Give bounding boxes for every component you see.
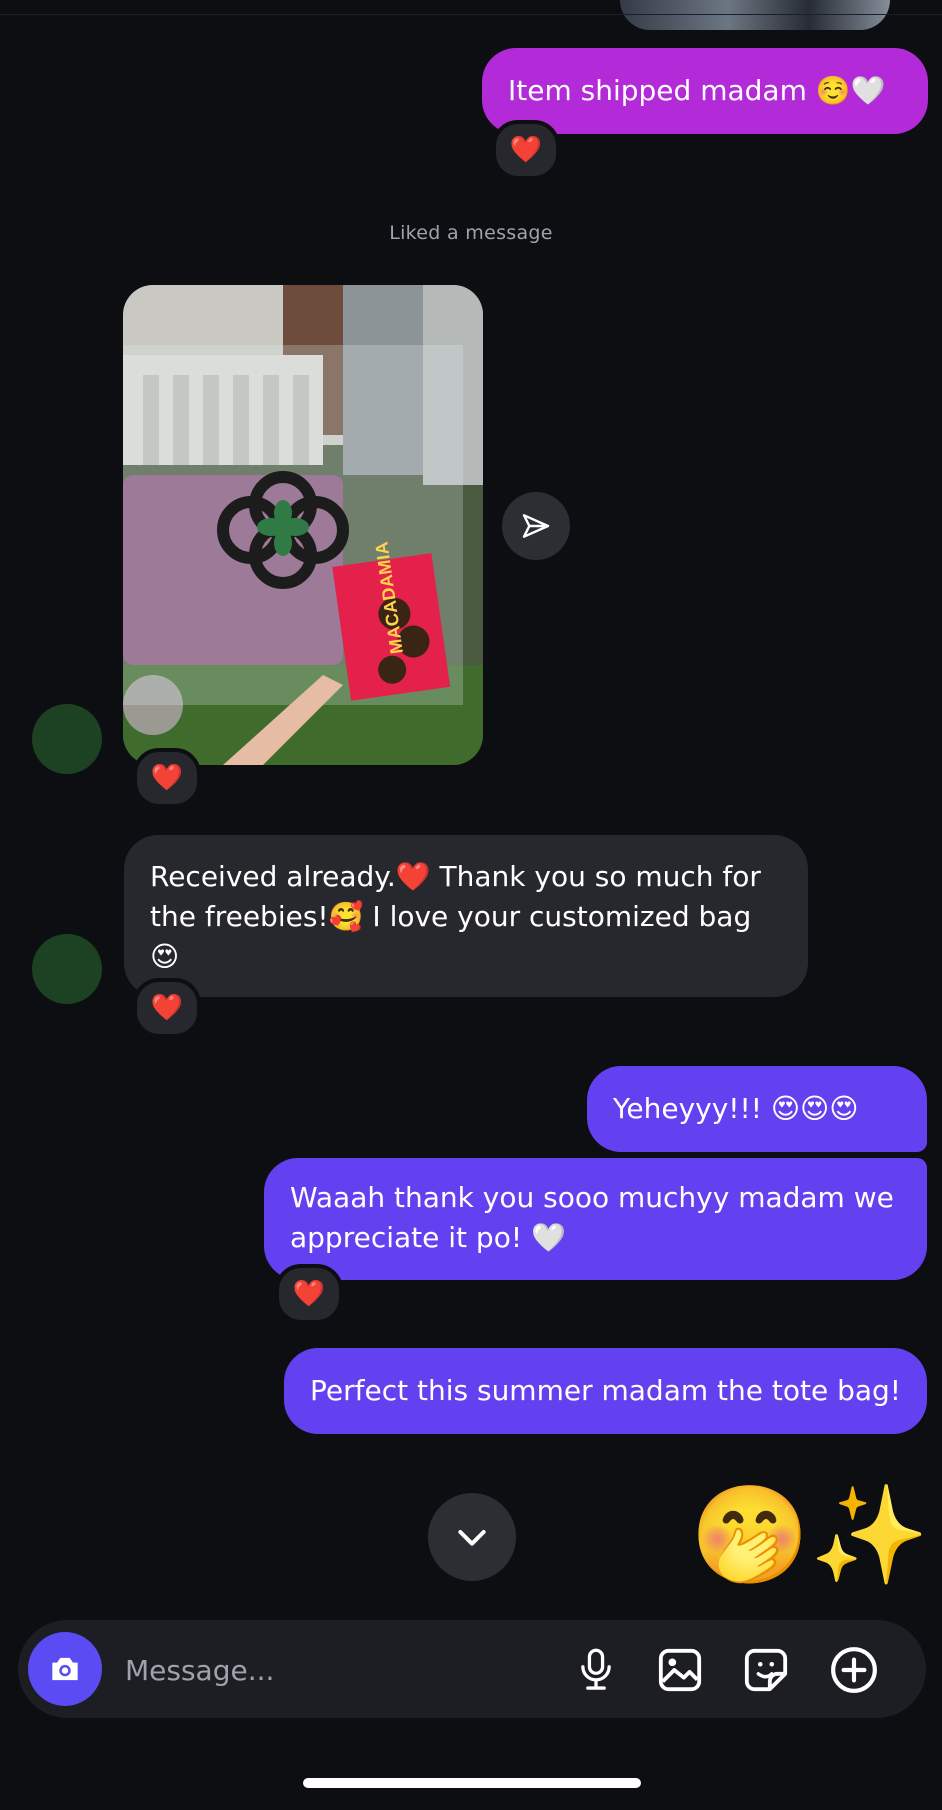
message-text: Received already.❤️ Thank you so much fo…: [150, 860, 761, 973]
message-yeheyyy[interactable]: Yeheyyy!!! 😍😍😍: [587, 1066, 927, 1152]
message-waaah[interactable]: Waaah thank you sooo muchyy madam we app…: [264, 1158, 927, 1280]
home-indicator: [303, 1778, 641, 1788]
camera-button[interactable]: [28, 1632, 102, 1706]
heart-icon: ❤️: [150, 763, 184, 793]
chevron-down-icon: [458, 1530, 486, 1546]
photo-message[interactable]: MACADAMIA: [123, 285, 483, 765]
message-text: Yeheyyy!!! 😍😍😍: [613, 1092, 859, 1125]
message-item-shipped[interactable]: Item shipped madam ☺️🤍: [482, 48, 928, 134]
message-text: Perfect this summer madam the tote bag!: [310, 1374, 902, 1407]
previous-image-edge[interactable]: [620, 0, 890, 30]
sticker-button[interactable]: [738, 1642, 794, 1698]
heart-icon: ❤️: [509, 135, 543, 165]
sender-avatar[interactable]: [32, 934, 102, 1004]
photo-image: MACADAMIA: [123, 285, 483, 765]
reaction-badge[interactable]: ❤️: [492, 120, 560, 180]
camera-icon: [52, 1657, 78, 1681]
heart-icon: ❤️: [150, 993, 184, 1023]
heart-icon: ❤️: [292, 1279, 326, 1309]
scroll-to-bottom-button[interactable]: [428, 1493, 516, 1581]
share-button[interactable]: [502, 492, 570, 560]
photo-reaction-badge[interactable]: ❤️: [133, 748, 201, 808]
microphone-icon: [581, 1648, 611, 1690]
add-button[interactable]: [826, 1642, 882, 1698]
emoji-message[interactable]: 🤭✨: [690, 1475, 929, 1595]
top-divider: [0, 14, 942, 15]
message-input[interactable]: [123, 1644, 567, 1696]
add-icon: [831, 1647, 877, 1693]
microphone-button[interactable]: [568, 1642, 624, 1698]
gallery-button[interactable]: [652, 1642, 708, 1698]
sticker-icon: [744, 1648, 788, 1692]
message-composer: [18, 1620, 926, 1718]
sender-avatar[interactable]: [32, 704, 102, 774]
message-text: Waaah thank you sooo muchyy madam we app…: [290, 1181, 894, 1254]
emoji-text: 🤭✨: [690, 1479, 930, 1591]
send-icon: [522, 514, 550, 538]
reaction-badge[interactable]: ❤️: [133, 978, 201, 1038]
message-text: Item shipped madam ☺️🤍: [508, 74, 886, 107]
liked-message-meta: Liked a message: [389, 222, 553, 244]
gallery-icon: [658, 1648, 702, 1692]
message-perfect[interactable]: Perfect this summer madam the tote bag!: [284, 1348, 927, 1434]
message-received[interactable]: Received already.❤️ Thank you so much fo…: [124, 835, 808, 997]
reaction-badge[interactable]: ❤️: [275, 1264, 343, 1324]
